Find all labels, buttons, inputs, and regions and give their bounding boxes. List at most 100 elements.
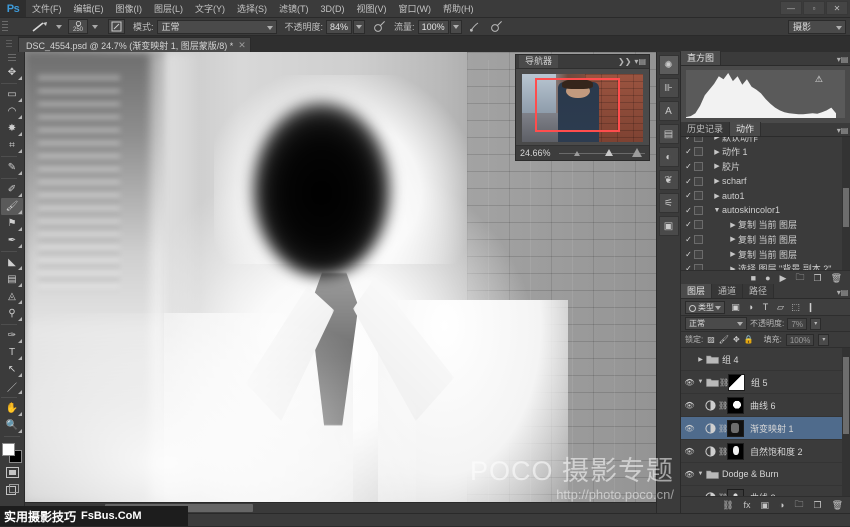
layer-visibility-icon[interactable]: 👁 [683,378,696,387]
action-row[interactable]: ✓▶复制 当前 图层 [681,247,850,262]
lock-all-icon[interactable]: 🔒 [744,335,754,344]
layer-fill-stepper[interactable]: ▾ [818,334,829,346]
action-toggle-icon[interactable]: ✓ [683,250,694,259]
actions-dock-icon[interactable]: ▣ [659,216,679,236]
stop-button[interactable]: ■ [751,273,756,283]
layers-scroll-thumb[interactable] [843,357,849,434]
flow-pressure-icon[interactable] [490,20,504,34]
action-dialog-toggle[interactable] [694,137,703,142]
layer-mask-thumbnail[interactable] [727,420,744,437]
layers-panel-menu-icon[interactable]: ▾▤ [837,287,848,297]
path-selection-tool[interactable]: ↖ [1,361,23,378]
tab-history[interactable]: 历史记录 [681,122,730,136]
color-swatches[interactable] [1,442,23,464]
layer-row[interactable]: 👁⛓曲线 6 [681,394,850,417]
layer-filter-type-select[interactable]: 类型 [685,301,725,314]
menu-item-6[interactable]: 滤镜(T) [273,0,315,18]
layer-row[interactable]: 👁▼⛓组 5 [681,371,850,394]
quick-selection-tool[interactable]: ✸ [1,120,23,137]
action-row[interactable]: ✓▶动作 1 [681,145,850,160]
brush-panel-toggle-icon[interactable] [108,19,125,34]
menu-item-1[interactable]: 编辑(E) [68,0,110,18]
navigator-zoom-slider[interactable] [559,146,645,160]
action-row[interactable]: ✓▶默认动作 [681,137,850,145]
navigator-menu-icon[interactable]: ▾▤ [634,57,646,66]
action-expand-icon[interactable]: ▶ [728,250,738,258]
maximize-button[interactable]: ▫ [803,1,825,15]
new-layer-button[interactable]: ❐ [813,500,821,511]
layer-row[interactable]: 👁⛓渐变映射 1 [681,417,850,440]
filter-adjustment-icon[interactable]: ◑ [743,301,758,314]
layer-expand-icon[interactable]: ▼ [696,471,705,477]
paragraph-icon[interactable]: ▤ [659,124,679,144]
delete-button[interactable]: 🗑 [831,273,842,284]
properties-icon[interactable]: ⚟ [659,193,679,213]
menu-item-8[interactable]: 视图(V) [351,0,393,18]
layer-opacity-value[interactable]: 7% [787,318,807,330]
opacity-input[interactable]: 84% [326,20,352,34]
airbrush-icon[interactable] [469,20,483,34]
layer-mask-thumbnail[interactable] [727,489,744,497]
blur-tool[interactable]: ◬ [1,288,23,305]
tab-actions[interactable]: 动作 [730,122,761,136]
opacity-stepper[interactable] [353,20,365,34]
layer-expand-icon[interactable]: ▼ [696,379,705,385]
action-dialog-toggle[interactable] [694,264,703,270]
navigator-view-box[interactable] [535,78,620,132]
actions-scroll-thumb[interactable] [843,188,849,228]
character-icon[interactable]: A [659,101,679,121]
action-expand-icon[interactable]: ▶ [728,235,738,243]
navigator-slider-thumb[interactable] [605,149,613,156]
line-tool[interactable]: ／ [1,378,23,395]
layer-row[interactable]: 👁⛓自然饱和度 2 [681,440,850,463]
filter-pixel-icon[interactable]: ▣ [728,301,743,314]
layer-opacity-stepper[interactable]: ▾ [810,318,821,330]
action-toggle-icon[interactable]: ✓ [683,147,694,156]
histogram-dock-icon[interactable]: ⊪ [659,78,679,98]
layer-link-icon[interactable]: ⛓ [719,378,728,387]
eraser-tool[interactable]: ◣ [1,254,23,271]
histogram-warning-icon[interactable]: ⚠ [815,74,823,85]
filter-smart-icon[interactable]: ⬚ [788,301,803,314]
layer-style-button[interactable]: fx [744,500,751,510]
menu-item-2[interactable]: 图像(I) [110,0,149,18]
delete-layer-button[interactable]: 🗑 [832,500,843,511]
new-group-button[interactable]: 🗀 [794,497,803,513]
move-tool[interactable]: ✥ [1,64,23,81]
zoom-tool[interactable]: 🔍 [1,417,23,434]
document-tab[interactable]: DSC_4554.psd @ 24.7% (渐变映射 1, 图层蒙版/8) * … [18,37,251,52]
navigator-collapse-icon[interactable]: ❯❯ [618,57,631,66]
layer-row[interactable]: ▶组 4 [681,348,850,371]
navigator-thumbnail[interactable] [522,74,643,142]
brush-preview-icon[interactable] [30,20,52,34]
action-toggle-icon[interactable]: ✓ [683,191,694,200]
lock-image-icon[interactable]: 🖌 [719,335,729,344]
layer-mask-thumbnail[interactable] [727,443,744,460]
action-dialog-toggle[interactable] [694,206,703,215]
action-expand-icon[interactable]: ▶ [728,221,738,229]
layer-expand-icon[interactable]: ▶ [696,356,705,363]
record-button[interactable]: ● [765,273,770,283]
play-button[interactable]: ▶ [780,273,787,284]
toolbox-grip[interactable] [8,54,16,61]
options-bar-grip[interactable] [2,21,8,33]
new-adjustment-button[interactable]: ◑ [779,500,784,510]
brush-size-field[interactable]: 250 [68,19,88,34]
menu-item-5[interactable]: 选择(S) [231,0,273,18]
adjustments-icon[interactable]: ✺ [659,55,679,75]
blend-mode-select[interactable]: 正常 [157,20,277,34]
tab-paths[interactable]: 路径 [743,284,774,298]
lasso-tool[interactable]: ◠ [1,103,23,120]
brush-preset-chevron-icon[interactable] [56,25,62,29]
dodge-tool[interactable]: ⚲ [1,305,23,322]
action-row[interactable]: ✓▶auto1 [681,188,850,203]
screen-mode-icon[interactable] [1,481,23,498]
add-mask-button[interactable]: ▣ [761,500,770,511]
menu-item-9[interactable]: 窗口(W) [393,0,438,18]
action-expand-icon[interactable]: ▶ [728,265,738,270]
action-expand-icon[interactable]: ▶ [712,137,722,141]
action-row[interactable]: ✓▶scharf [681,174,850,189]
image-canvas[interactable]: 导航器 ❯❯ ▾▤ [25,52,656,502]
action-dialog-toggle[interactable] [694,250,703,259]
pen-tool[interactable]: ✑ [1,327,23,344]
